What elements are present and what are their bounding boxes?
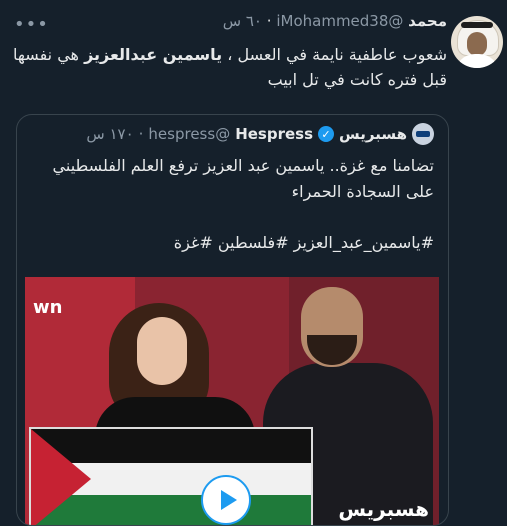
quoted-tweet[interactable]: هسبريس ✓ Hespress @hespress · ١٧٠ س تضام… [16, 114, 449, 526]
avatar-dress-shape [455, 54, 499, 68]
quoted-author-name-en[interactable]: Hespress [235, 125, 313, 143]
flag-red-triangle [31, 429, 91, 525]
quoted-tweet-hashtags[interactable]: #ياسمين_عبد_العزيز #فلسطين #غزة [34, 233, 434, 252]
quoted-author-avatar[interactable] [412, 123, 434, 145]
quoted-tweet-text: تضامنا مع غزة.. ياسمين عبد العزيز ترفع ا… [52, 156, 434, 201]
tweet-text-after: هي نفسها [13, 45, 85, 64]
media-event-logo: wn [33, 297, 63, 318]
author-avatar[interactable] [451, 16, 503, 68]
palestinian-flag [29, 427, 313, 525]
verified-badge-icon: ✓ [318, 126, 335, 142]
media-person-woman-face [137, 317, 187, 385]
media-brand-watermark: هسبريس [338, 497, 429, 521]
play-icon[interactable] [201, 475, 251, 525]
tweet-timestamp[interactable]: ٦٠ س [223, 12, 262, 30]
quoted-tweet-header: هسبريس ✓ Hespress @hespress · ١٧٠ س [86, 123, 434, 145]
avatar-face-shape [467, 32, 487, 56]
header-separator: · [266, 12, 272, 30]
tweet-text: شعوب عاطفية نايمة في العسل ، ياسمين عبدا… [7, 42, 447, 92]
avatar-agal-shape [461, 22, 493, 28]
quoted-tweet-video[interactable]: wn هسبريس [25, 277, 439, 525]
more-horizontal-icon[interactable]: ••• [14, 14, 49, 35]
tweet-text-mention: ياسمين عبدالعزيز [84, 45, 223, 64]
quoted-header-separator: · [138, 125, 144, 143]
quoted-author-name-ar[interactable]: هسبريس [339, 125, 407, 143]
tweet-header: محمد @iMohammed38 · ٦٠ س [223, 12, 447, 30]
tweet-text-line2: قبل فتره كانت في تل ابيب [267, 70, 447, 89]
author-name[interactable]: محمد [408, 12, 447, 30]
quoted-tweet-timestamp[interactable]: ١٧٠ س [86, 125, 133, 143]
tweet[interactable]: ••• محمد @iMohammed38 · ٦٠ س شعوب عاطفية… [0, 0, 507, 526]
quoted-author-handle[interactable]: @hespress [148, 125, 230, 143]
author-handle[interactable]: @iMohammed38 [276, 12, 403, 30]
tweet-text-before: شعوب عاطفية نايمة في العسل ، [222, 45, 447, 64]
